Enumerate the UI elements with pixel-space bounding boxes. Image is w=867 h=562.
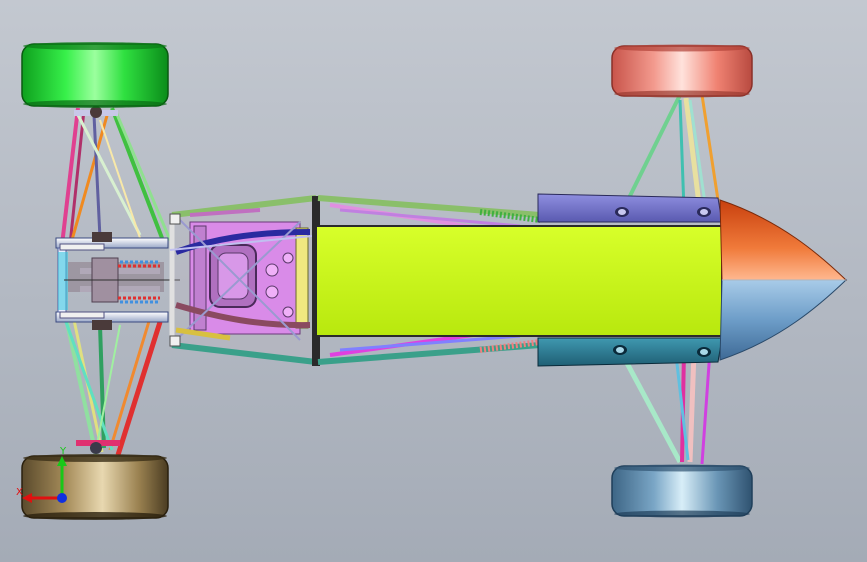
- cad-viewport[interactable]: Y X: [0, 0, 867, 562]
- y-axis-label: Y: [59, 446, 67, 457]
- front-left-suspension: [620, 94, 720, 213]
- rear-left-tire[interactable]: [21, 42, 169, 108]
- front-right-suspension: [617, 348, 712, 465]
- left-side-pod: [537, 193, 723, 223]
- rear-right-suspension: [64, 317, 163, 456]
- rear-axle-assembly: [55, 232, 180, 330]
- x-axis-label: X: [16, 487, 23, 498]
- nose-cone: [719, 199, 848, 361]
- rear-right-tire[interactable]: [21, 454, 169, 520]
- race-car-chassis-model[interactable]: Y X: [0, 0, 867, 562]
- rear-left-suspension: [60, 106, 172, 246]
- front-right-tire[interactable]: [611, 464, 753, 518]
- engine-bay: [170, 200, 316, 362]
- z-axis-dot: [57, 493, 67, 503]
- front-left-tire[interactable]: [611, 44, 753, 98]
- right-side-pod: [537, 337, 723, 367]
- cockpit-floor-panel: [315, 225, 723, 337]
